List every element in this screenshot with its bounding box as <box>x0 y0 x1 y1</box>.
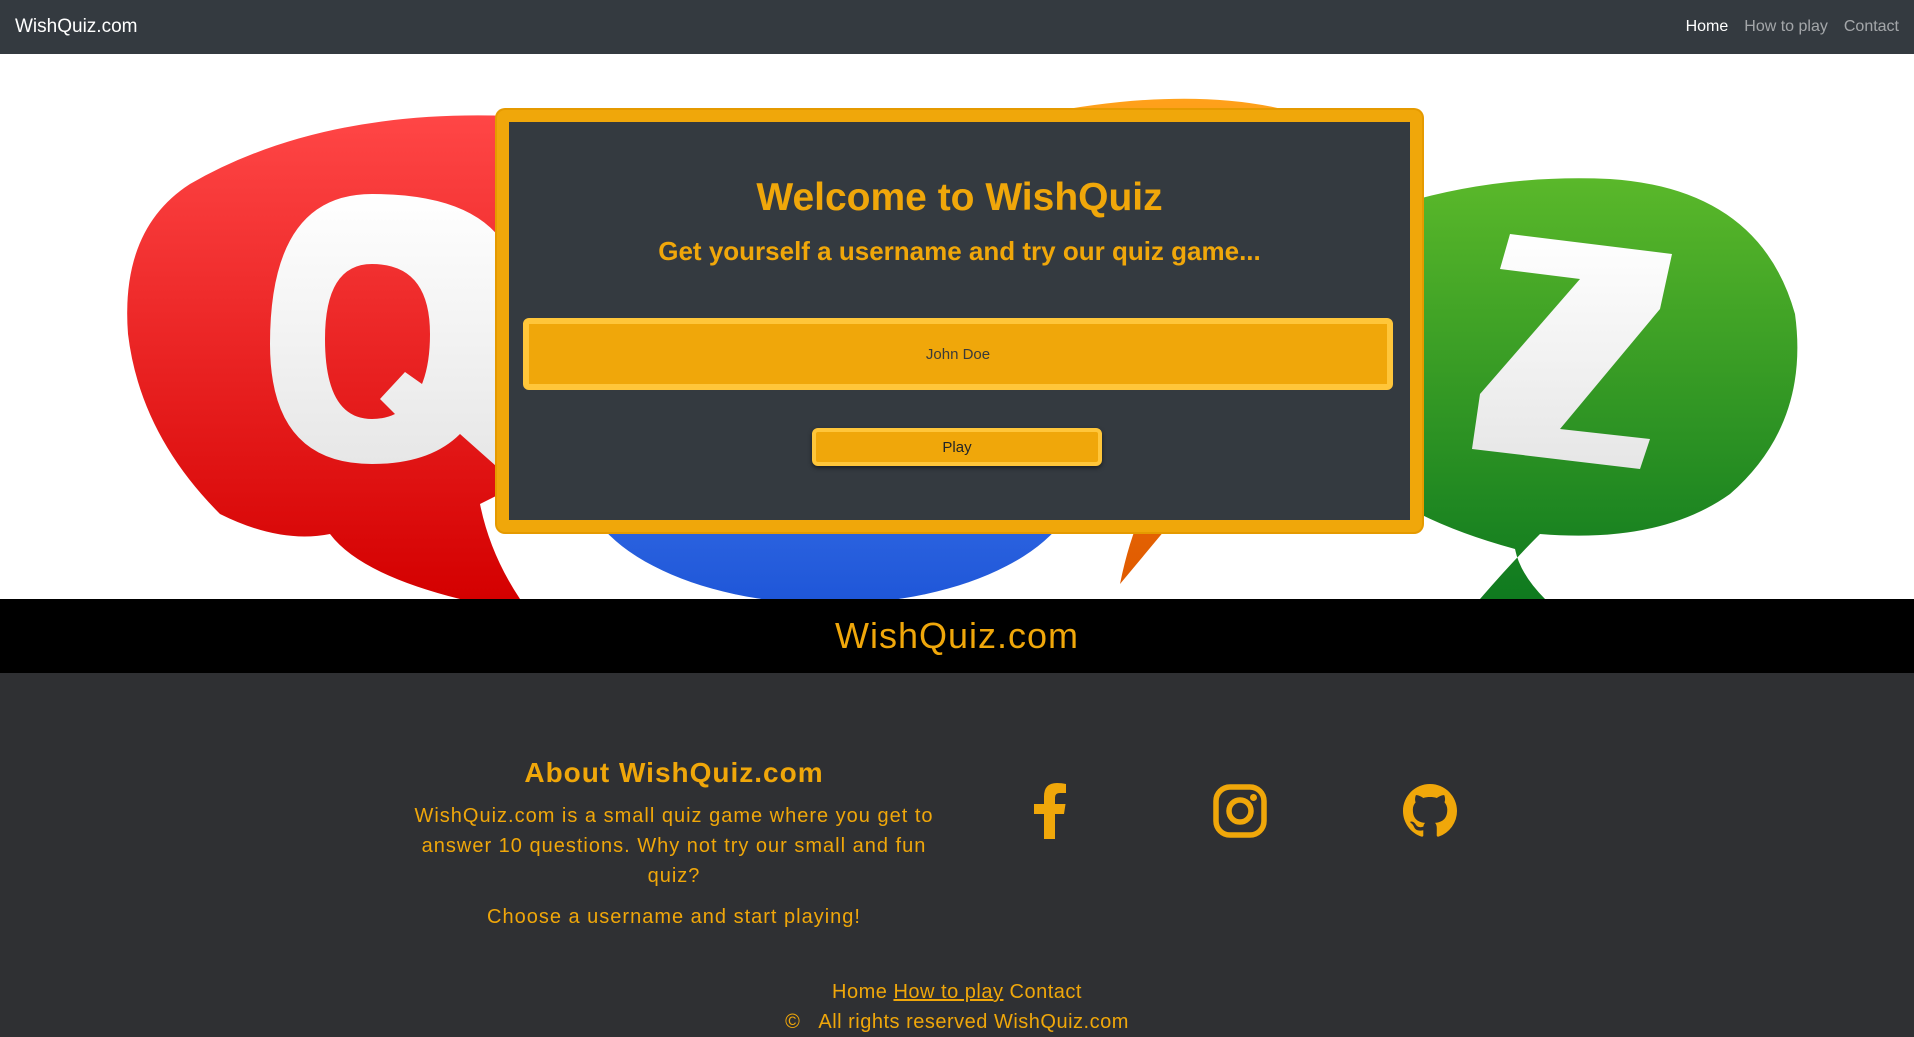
instagram-icon <box>1213 784 1267 838</box>
play-button[interactable]: Play <box>812 428 1102 466</box>
hero: Welcome to WishQuiz Get yourself a usern… <box>0 54 1914 599</box>
footer-link-how-to-play[interactable]: How to play <box>893 981 1003 1003</box>
username-input[interactable] <box>523 318 1393 390</box>
about-cta: Choose a username and start playing! <box>487 906 861 928</box>
nav-contact[interactable]: Contact <box>1844 18 1899 36</box>
about-text: WishQuiz.com is a small quiz game where … <box>414 805 934 887</box>
facebook-icon <box>1034 783 1066 839</box>
footer-links: Home How to play Contact <box>0 981 1914 1004</box>
site-banner: WishQuiz.com <box>0 599 1914 673</box>
copyright: © All rights reserved WishQuiz.com <box>0 1011 1914 1034</box>
welcome-card: Welcome to WishQuiz Get yourself a usern… <box>497 110 1422 532</box>
github-icon <box>1403 784 1457 837</box>
nav-links: Home How to play Contact <box>1686 18 1899 36</box>
welcome-subtitle: Get yourself a username and try our quiz… <box>658 236 1261 266</box>
about-title: About WishQuiz.com <box>524 757 824 788</box>
github-link[interactable] <box>1402 783 1458 839</box>
welcome-title: Welcome to WishQuiz <box>756 176 1163 219</box>
about-section: About WishQuiz.com WishQuiz.com is a sma… <box>412 757 936 929</box>
footer-link-contact[interactable]: Contact <box>1010 981 1082 1003</box>
nav-how-to-play[interactable]: How to play <box>1744 18 1828 36</box>
navbar: WishQuiz.com Home How to play Contact <box>0 0 1914 54</box>
green-speech-bubble <box>1400 178 1798 599</box>
brand-link[interactable]: WishQuiz.com <box>15 16 137 38</box>
facebook-link[interactable] <box>1022 783 1078 839</box>
footer: About WishQuiz.com WishQuiz.com is a sma… <box>0 673 1914 1037</box>
footer-link-home[interactable]: Home <box>832 981 887 1003</box>
banner-title: WishQuiz.com <box>834 615 1080 656</box>
nav-home[interactable]: Home <box>1686 18 1729 36</box>
instagram-link[interactable] <box>1212 783 1268 839</box>
copyright-text: All rights reserved WishQuiz.com <box>818 1011 1129 1033</box>
copyright-icon: © <box>785 1011 801 1033</box>
